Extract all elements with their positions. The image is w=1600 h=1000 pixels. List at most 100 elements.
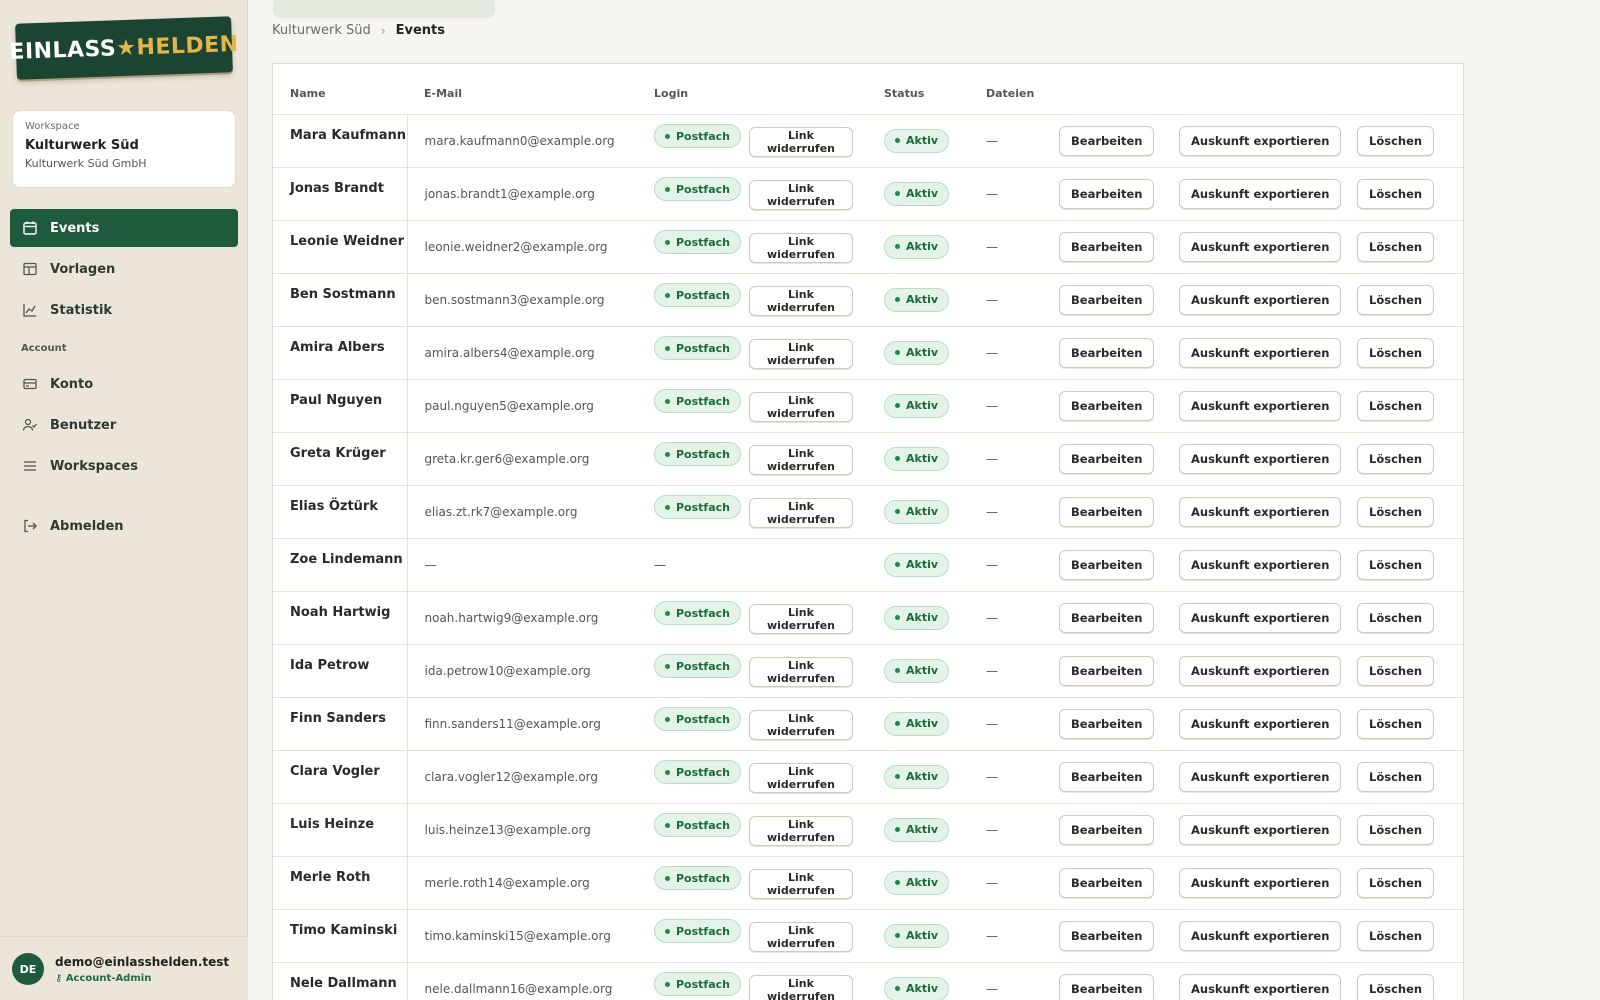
cell-export: Auskunft exportieren bbox=[1179, 326, 1357, 380]
export-button[interactable]: Auskunft exportieren bbox=[1179, 973, 1342, 1000]
table-row: Luis Heinze luis.heinze13@example.org Po… bbox=[273, 803, 1463, 857]
delete-button[interactable]: Löschen bbox=[1357, 337, 1435, 368]
key-icon: ⚷ bbox=[55, 973, 66, 984]
delete-button[interactable]: Löschen bbox=[1357, 443, 1435, 474]
export-button[interactable]: Auskunft exportieren bbox=[1179, 337, 1342, 368]
revoke-link-button[interactable]: Link widerrufen bbox=[749, 338, 853, 369]
delete-button[interactable]: Löschen bbox=[1357, 284, 1435, 315]
revoke-link-button[interactable]: Link widerrufen bbox=[749, 921, 853, 952]
export-button[interactable]: Auskunft exportieren bbox=[1179, 920, 1342, 951]
sidebar-item-vorlagen[interactable]: Vorlagen bbox=[10, 250, 238, 288]
revoke-link-button[interactable]: Link widerrufen bbox=[749, 444, 853, 475]
delete-button[interactable]: Löschen bbox=[1357, 496, 1435, 527]
edit-button[interactable]: Bearbeiten bbox=[1059, 761, 1155, 792]
revoke-link-button[interactable]: Link widerrufen bbox=[749, 497, 853, 528]
delete-button[interactable]: Löschen bbox=[1357, 231, 1435, 262]
sidebar-item-konto[interactable]: Konto bbox=[10, 365, 238, 403]
column-header-email[interactable]: E-Mail bbox=[407, 64, 654, 115]
delete-button[interactable]: Löschen bbox=[1357, 125, 1435, 156]
edit-button[interactable]: Bearbeiten bbox=[1059, 178, 1155, 209]
brand-logo[interactable]: EINLASS ★ HELDEN bbox=[9, 16, 239, 80]
export-button[interactable]: Auskunft exportieren bbox=[1179, 549, 1342, 580]
export-button[interactable]: Auskunft exportieren bbox=[1179, 867, 1342, 898]
delete-button[interactable]: Löschen bbox=[1357, 973, 1435, 1000]
status-dot-icon bbox=[665, 928, 670, 934]
edit-button[interactable]: Bearbeiten bbox=[1059, 496, 1155, 527]
revoke-link-button[interactable]: Link widerrufen bbox=[749, 391, 853, 422]
revoke-link-button[interactable]: Link widerrufen bbox=[749, 285, 853, 316]
cell-delete: Löschen bbox=[1357, 538, 1463, 592]
status-dot-icon bbox=[665, 451, 670, 457]
login-badge-label: Postfach bbox=[676, 235, 730, 249]
delete-button[interactable]: Löschen bbox=[1357, 549, 1435, 580]
cell-login: Postfach Link widerrufen bbox=[654, 591, 884, 645]
export-button[interactable]: Auskunft exportieren bbox=[1179, 390, 1342, 421]
edit-button[interactable]: Bearbeiten bbox=[1059, 125, 1155, 156]
edit-button[interactable]: Bearbeiten bbox=[1059, 284, 1155, 315]
column-header-files[interactable]: Dateien bbox=[982, 64, 1059, 115]
edit-button[interactable]: Bearbeiten bbox=[1059, 549, 1155, 580]
export-button[interactable]: Auskunft exportieren bbox=[1179, 496, 1342, 527]
export-button[interactable]: Auskunft exportieren bbox=[1179, 761, 1342, 792]
delete-button[interactable]: Löschen bbox=[1357, 178, 1435, 209]
revoke-link-button[interactable]: Link widerrufen bbox=[749, 232, 853, 263]
delete-button[interactable]: Löschen bbox=[1357, 390, 1435, 421]
export-button[interactable]: Auskunft exportieren bbox=[1179, 443, 1342, 474]
cell-delete: Löschen bbox=[1357, 220, 1463, 274]
status-badge-label: Aktiv bbox=[906, 876, 939, 889]
revoke-link-button[interactable]: Link widerrufen bbox=[749, 815, 853, 846]
cell-login: Postfach Link widerrufen bbox=[654, 644, 884, 698]
column-header-name[interactable]: Name bbox=[273, 64, 407, 115]
delete-button[interactable]: Löschen bbox=[1357, 814, 1435, 845]
revoke-link-button[interactable]: Link widerrufen bbox=[749, 126, 853, 157]
edit-button[interactable]: Bearbeiten bbox=[1059, 602, 1155, 633]
edit-button[interactable]: Bearbeiten bbox=[1059, 708, 1155, 739]
export-button[interactable]: Auskunft exportieren bbox=[1179, 231, 1342, 262]
revoke-link-button[interactable]: Link widerrufen bbox=[749, 179, 853, 210]
revoke-link-button[interactable]: Link widerrufen bbox=[749, 974, 853, 1000]
edit-button[interactable]: Bearbeiten bbox=[1059, 231, 1155, 262]
revoke-link-button[interactable]: Link widerrufen bbox=[749, 656, 853, 687]
breadcrumb-parent[interactable]: Kulturwerk Süd bbox=[272, 23, 371, 38]
export-button[interactable]: Auskunft exportieren bbox=[1179, 602, 1342, 633]
revoke-link-button[interactable]: Link widerrufen bbox=[749, 709, 853, 740]
delete-button[interactable]: Löschen bbox=[1357, 602, 1435, 633]
edit-button[interactable]: Bearbeiten bbox=[1059, 814, 1155, 845]
delete-button[interactable]: Löschen bbox=[1357, 867, 1435, 898]
user-box[interactable]: DE demo@einlasshelden.test ⚷ Account-Adm… bbox=[0, 936, 248, 1000]
delete-button[interactable]: Löschen bbox=[1357, 920, 1435, 951]
edit-button[interactable]: Bearbeiten bbox=[1059, 973, 1155, 1000]
sidebar-item-events[interactable]: Events bbox=[10, 209, 238, 247]
delete-button[interactable]: Löschen bbox=[1357, 708, 1435, 739]
export-button[interactable]: Auskunft exportieren bbox=[1179, 125, 1342, 156]
export-button[interactable]: Auskunft exportieren bbox=[1179, 178, 1342, 209]
sidebar-item-workspaces[interactable]: Workspaces bbox=[10, 447, 238, 485]
export-button[interactable]: Auskunft exportieren bbox=[1179, 284, 1342, 315]
edit-button[interactable]: Bearbeiten bbox=[1059, 390, 1155, 421]
delete-button[interactable]: Löschen bbox=[1357, 761, 1435, 792]
revoke-link-button[interactable]: Link widerrufen bbox=[749, 762, 853, 793]
column-header-login[interactable]: Login bbox=[654, 64, 884, 115]
edit-button[interactable]: Bearbeiten bbox=[1059, 655, 1155, 686]
export-button[interactable]: Auskunft exportieren bbox=[1179, 655, 1342, 686]
sidebar-item-label: Konto bbox=[50, 376, 94, 392]
revoke-link-button[interactable]: Link widerrufen bbox=[749, 603, 853, 634]
sidebar-item-abmelden[interactable]: Abmelden bbox=[10, 507, 238, 545]
workspace-card[interactable]: Workspace Kulturwerk Süd Kulturwerk Süd … bbox=[12, 110, 236, 188]
column-header-status[interactable]: Status bbox=[884, 64, 982, 115]
delete-button[interactable]: Löschen bbox=[1357, 655, 1435, 686]
sidebar-item-statistik[interactable]: Statistik bbox=[10, 291, 238, 329]
status-dot-icon bbox=[665, 769, 670, 775]
export-button[interactable]: Auskunft exportieren bbox=[1179, 708, 1342, 739]
edit-button[interactable]: Bearbeiten bbox=[1059, 443, 1155, 474]
revoke-link-button[interactable]: Link widerrufen bbox=[749, 868, 853, 899]
edit-button[interactable]: Bearbeiten bbox=[1059, 337, 1155, 368]
table-row: Clara Vogler clara.vogler12@example.org … bbox=[273, 750, 1463, 804]
export-button[interactable]: Auskunft exportieren bbox=[1179, 814, 1342, 845]
login-badge-label: Postfach bbox=[676, 606, 730, 620]
sidebar-item-benutzer[interactable]: Benutzer bbox=[10, 406, 238, 444]
login-badge: Postfach bbox=[654, 442, 741, 467]
edit-button[interactable]: Bearbeiten bbox=[1059, 920, 1155, 951]
cell-delete: Löschen bbox=[1357, 962, 1463, 1000]
edit-button[interactable]: Bearbeiten bbox=[1059, 867, 1155, 898]
